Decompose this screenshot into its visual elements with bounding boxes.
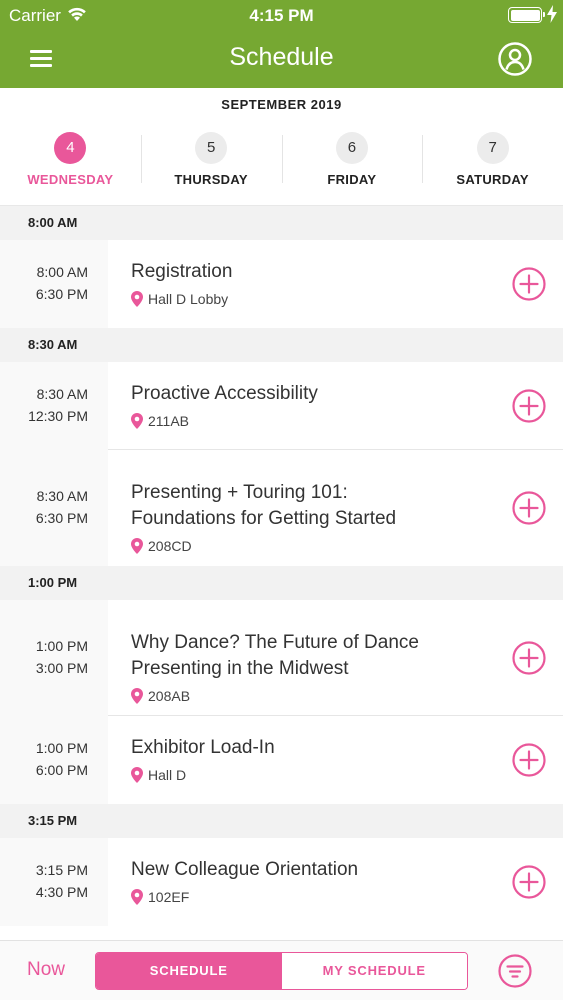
event-start-time: 8:00 AM	[36, 264, 88, 280]
map-pin-icon	[131, 413, 143, 429]
now-button[interactable]: Now	[27, 959, 65, 981]
plus-circle-icon[interactable]	[511, 742, 547, 778]
plus-circle-icon[interactable]	[511, 640, 547, 676]
day-number: 5	[195, 132, 228, 164]
plus-circle-icon[interactable]	[511, 490, 547, 526]
event-location-text: 208AB	[148, 688, 191, 704]
event-location-text: 102EF	[148, 889, 190, 905]
event-title: Proactive Accessibility	[131, 383, 318, 404]
event-start-time: 1:00 PM	[35, 638, 88, 654]
map-pin-icon	[131, 767, 143, 783]
event-location-text: Hall D Lobby	[148, 291, 229, 307]
event-location: Hall D	[131, 767, 186, 783]
event-start-time: 1:00 PM	[35, 740, 88, 756]
event-row[interactable]: 1:00 PM 3:00 PM Why Dance? The Future of D…	[0, 600, 563, 716]
day-number: 4	[54, 132, 87, 164]
event-location: 102EF	[131, 889, 189, 905]
event-title: Registration	[131, 261, 233, 282]
month-label: SEPTEMBER 2019	[221, 97, 342, 112]
status-bar: Carrier 4:15 PM	[0, 0, 563, 30]
event-location: 208AB	[131, 688, 190, 704]
event-location-text: 211AB	[148, 413, 189, 429]
charging-bolt-icon	[547, 5, 557, 23]
event-title: Foundations for Getting Started	[131, 508, 397, 529]
time-slot-header: 1:00 PM	[0, 566, 563, 600]
event-title: Why Dance? The Future of Dance	[131, 632, 419, 653]
map-pin-icon	[131, 538, 143, 554]
status-time: 4:15 PM	[249, 6, 314, 25]
event-row[interactable]: 3:15 PM 4:30 PM New Colleague Orientation 1…	[0, 838, 563, 926]
event-times: 1:00 PM 6:00 PM	[0, 716, 108, 804]
event-location: 208CD	[131, 538, 192, 554]
event-end-time: 3:00 PM	[35, 660, 88, 676]
map-pin-icon	[131, 688, 143, 704]
event-start-time: 8:30 AM	[36, 488, 88, 504]
day-tab-friday[interactable]: 6 FRIDAY	[281, 120, 423, 205]
schedule-tab[interactable]: SCHEDULE	[96, 953, 282, 989]
event-times: 1:00 PM 3:00 PM	[0, 600, 108, 716]
filter-icon[interactable]	[497, 953, 533, 989]
day-tab-saturday[interactable]: 7 SATURDAY	[422, 120, 563, 205]
event-start-time: 8:30 AM	[36, 386, 88, 402]
plus-circle-icon[interactable]	[511, 388, 547, 424]
event-end-time: 6:30 PM	[35, 510, 88, 526]
event-times: 8:30 AM 6:30 PM	[0, 450, 108, 566]
nav-bar: Schedule	[0, 30, 563, 88]
map-pin-icon	[131, 889, 143, 905]
event-end-time: 6:30 PM	[35, 286, 88, 302]
day-name: WEDNESDAY	[27, 172, 114, 187]
time-slot-header: 8:30 AM	[0, 328, 563, 362]
event-times: 3:15 PM 4:30 PM	[0, 838, 108, 926]
map-pin-icon	[131, 291, 143, 307]
event-end-time: 12:30 PM	[28, 408, 88, 424]
event-times: 8:30 AM 12:30 PM	[0, 362, 108, 450]
day-tab-thursday[interactable]: 5 THURSDAY	[140, 120, 282, 205]
event-location-text: Hall D	[148, 767, 187, 783]
time-slot-header: 3:15 PM	[0, 804, 563, 838]
day-selector: 4 WEDNESDAY 5 THURSDAY 6 FRIDAY 7 SATURDAY	[0, 120, 563, 206]
event-row[interactable]: 8:30 AM 6:30 PM Presenting + Touring 101: F…	[0, 450, 563, 566]
event-row[interactable]: 1:00 PM 6:00 PM Exhibitor Load-In Hall D	[0, 716, 563, 804]
event-title: Presenting in the Midwest	[131, 658, 349, 679]
event-title: New Colleague Orientation	[131, 859, 359, 880]
battery-icon	[508, 7, 545, 23]
event-title: Presenting + Touring 101:	[131, 482, 348, 503]
event-start-time: 3:15 PM	[35, 862, 88, 878]
event-title: Exhibitor Load-In	[131, 737, 275, 758]
user-circle-icon[interactable]	[497, 41, 533, 77]
time-slot-header: 8:00 AM	[0, 206, 563, 240]
page-title: Schedule	[229, 43, 334, 71]
event-row[interactable]: 8:30 AM 12:30 PM Proactive Accessibility 21…	[0, 362, 563, 450]
day-number: 7	[476, 132, 509, 164]
schedule-toggle: SCHEDULE MY SCHEDULE	[95, 952, 468, 990]
event-location: Hall D Lobby	[131, 291, 228, 307]
event-location: 211AB	[131, 413, 189, 429]
day-number: 6	[335, 132, 368, 164]
day-name: FRIDAY	[327, 172, 377, 187]
plus-circle-icon[interactable]	[511, 864, 547, 900]
my-schedule-tab[interactable]: MY SCHEDULE	[281, 953, 467, 989]
event-times: 8:00 AM 6:30 PM	[0, 240, 108, 328]
day-name: SATURDAY	[456, 172, 529, 187]
plus-circle-icon[interactable]	[511, 266, 547, 302]
bottom-bar: Now SCHEDULE MY SCHEDULE	[0, 940, 563, 1000]
day-name: THURSDAY	[174, 172, 248, 187]
event-row[interactable]: 8:00 AM 6:30 PM Registration Hall D Lobby	[0, 240, 563, 328]
day-tab-wednesday[interactable]: 4 WEDNESDAY	[0, 120, 141, 205]
event-end-time: 4:30 PM	[35, 884, 88, 900]
event-location-text: 208CD	[148, 538, 192, 554]
event-end-time: 6:00 PM	[35, 762, 88, 778]
